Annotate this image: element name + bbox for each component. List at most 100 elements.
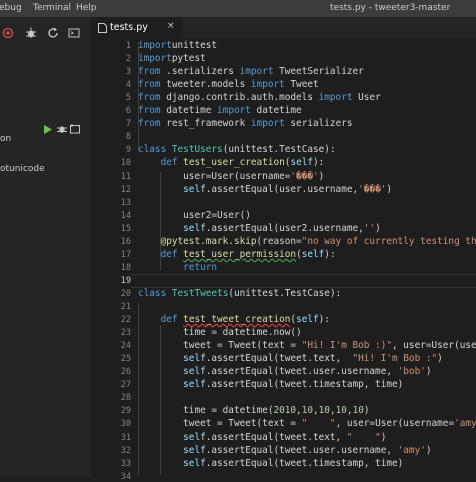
code-token: self	[183, 444, 206, 456]
code-token: self	[183, 457, 206, 469]
code-line[interactable]: self.assertEqual(tweet.user.username, 'a…	[138, 444, 432, 456]
tab-label: tests.py	[110, 22, 148, 33]
bug-icon[interactable]	[57, 119, 67, 133]
code-line[interactable]: importpytest	[138, 53, 206, 64]
code-line[interactable]: user2=User()	[138, 210, 251, 221]
tab-close-icon[interactable]: ×	[167, 21, 175, 31]
code-token: self	[183, 366, 206, 378]
code-line[interactable]: def test_user_creation(self):	[138, 157, 325, 169]
code-line[interactable]: time = datetime.now()	[138, 327, 302, 338]
console-icon[interactable]	[68, 24, 80, 38]
line-number: 15	[120, 223, 131, 234]
line-number: 10	[120, 158, 131, 169]
code-token: ):	[313, 157, 325, 169]
code-token: 'amy'	[454, 418, 476, 430]
code-line[interactable]: self.assertEqual(tweet.text, " ")	[138, 432, 386, 443]
code-token: serializers	[284, 118, 353, 130]
line-number: 31	[120, 432, 131, 443]
sidebar: on otunicode	[0, 17, 91, 477]
sidebar-item-partial[interactable]: on	[0, 134, 11, 144]
code-line[interactable]: class TestTweets(unittest.TestCase):	[138, 288, 341, 299]
code-token: test_user_creation	[183, 157, 285, 169]
code-line[interactable]: tweet = Tweet(text = "Hi! I'm Bob :)", u…	[138, 340, 476, 351]
settings-icon[interactable]	[25, 24, 37, 38]
code-token: from	[138, 79, 161, 91]
code-token: , user=User(username=	[392, 340, 476, 352]
editor-tabs: tests.py ×	[91, 17, 476, 38]
code-token: user=User(username=	[138, 170, 291, 182]
sidebar-item-unicode[interactable]: otunicode	[0, 164, 45, 174]
code-line[interactable]: self.assertEqual(tweet.user.username, 'b…	[138, 366, 431, 378]
line-number: 16	[120, 236, 131, 247]
line-number: 30	[120, 419, 131, 430]
line-number: 1	[125, 41, 131, 51]
code-line[interactable]: class TestUsers(unittest.TestCase):	[138, 144, 336, 155]
code-token: self	[290, 157, 314, 169]
debug-icon[interactable]	[2, 24, 14, 39]
line-number: 33	[120, 458, 131, 469]
code-token: 'bob'	[397, 366, 426, 378]
code-token: from	[138, 92, 161, 104]
menu-debug[interactable]: ebug	[0, 3, 22, 13]
code-token: )	[425, 444, 432, 456]
code-line[interactable]: tweet = Tweet(text = " ", user=User(user…	[138, 418, 476, 429]
code-token: )	[375, 222, 381, 234]
code-token: import	[250, 118, 285, 130]
code-token: user2=User()	[138, 209, 251, 221]
line-number: 28	[120, 393, 131, 404]
code-token: def	[160, 314, 178, 326]
code-line[interactable]: def test_tweet_creation(self):	[138, 314, 330, 325]
code-token: " "	[346, 431, 381, 443]
line-number: 20	[120, 288, 131, 299]
code-token: )	[363, 405, 370, 417]
code-line[interactable]: from datetime import datetime	[138, 105, 302, 116]
code-token: 10	[335, 405, 347, 417]
code-line[interactable]: importunittest	[138, 40, 217, 51]
code-area[interactable]: importunittest importpytest from .serializ…	[138, 38, 476, 477]
code-line[interactable]: def test_user_permission(self):	[138, 249, 336, 260]
code-token: )	[386, 183, 393, 195]
play-icon[interactable]	[44, 119, 52, 134]
code-token: , user=User(username=	[335, 418, 455, 430]
code-line[interactable]: self.assertEqual(user.username,'���')	[138, 184, 392, 195]
code-token: class	[138, 287, 167, 299]
menu-terminal[interactable]: Terminal	[33, 3, 71, 13]
code-line[interactable]: return	[138, 262, 217, 273]
code-line[interactable]: from .serializers import TweetSerializer	[138, 66, 364, 77]
refresh-icon[interactable]	[47, 24, 59, 38]
code-line[interactable]: @pytest.mark.skip(reason="no way of curr…	[138, 236, 476, 247]
code-token: self	[296, 314, 319, 326]
code-line[interactable]: from rest_framework import serializers	[138, 118, 353, 129]
line-number: 26	[120, 367, 131, 378]
code-line[interactable]: time = datetime(2010,10,10,10,10)	[138, 405, 370, 417]
code-line[interactable]: self.assertEqual(tweet.timestamp, time)	[138, 458, 403, 469]
code-line[interactable]: self.assertEqual(user2.username,'')	[138, 223, 381, 234]
tab-tests-py[interactable]: tests.py ×	[91, 17, 183, 38]
code-token: datetime	[160, 105, 218, 117]
code-line[interactable]: from django.contrib.auth.models import U…	[138, 92, 381, 103]
code-token: def	[160, 248, 178, 260]
line-number: 17	[120, 249, 131, 260]
code-token: )	[318, 170, 325, 182]
code-token: "Hi! I'm Bob :"	[352, 353, 438, 365]
code-token: TestUsers	[171, 144, 223, 156]
terminal-icon[interactable]	[70, 119, 80, 134]
code-token: from	[138, 66, 161, 78]
menu-help[interactable]: Help	[76, 3, 97, 13]
code-token: tweet = Tweet(text =	[138, 340, 302, 352]
code-editor[interactable]: 1 2 3 4 5 6 7 8 9 10 11 12 13 14 15 16 17 18 19 20 21 22 23 24 2…	[91, 38, 476, 482]
line-number: 23	[120, 328, 131, 339]
code-token: import	[138, 40, 172, 51]
code-line[interactable]: self.assertEqual(tweet.timestamp, time)	[138, 379, 403, 390]
code-token: time = datetime.now()	[138, 327, 302, 339]
code-line[interactable]: self.assertEqual(tweet.text, "Hi! I'm Bo…	[138, 353, 443, 364]
code-line[interactable]: from tweeter.models import Tweet	[138, 79, 319, 90]
line-number: 29	[120, 406, 131, 417]
code-line[interactable]: user=User(username='���')	[138, 171, 324, 182]
